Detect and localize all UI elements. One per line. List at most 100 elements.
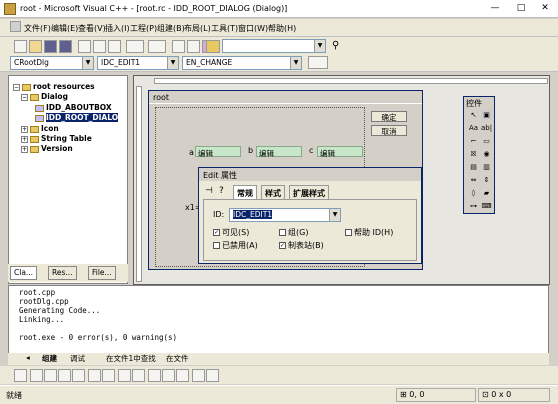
find-in-files-icon[interactable] [206,40,220,53]
chevron-down-icon[interactable]: ▼ [82,57,93,69]
pin-icon[interactable]: ⊣ [205,186,213,196]
chevron-down-icon[interactable]: ▼ [314,40,325,52]
redo-icon[interactable] [148,40,166,53]
group-box-tool-icon[interactable]: ⌐ [468,136,479,146]
find-combo[interactable]: ▼ [222,39,326,53]
group-checkbox[interactable]: 组(G) [279,227,308,238]
edit-c[interactable]: 编辑 [317,146,363,158]
tree-rootdlg[interactable]: IDD_ROOT_DIALO [35,113,119,122]
open-icon[interactable] [29,40,42,53]
tab-resourceview[interactable]: Res... [48,266,77,280]
message-combo[interactable]: EN_CHANGE ▼ [182,56,302,70]
center-horizontal-icon[interactable] [102,369,115,382]
menu-layout[interactable]: 布局(L) [184,23,211,34]
menu-edit[interactable]: 编辑(E) [51,23,78,34]
space-across-icon[interactable] [118,369,131,382]
output-icon[interactable] [187,40,200,53]
ok-button[interactable]: 确定 [371,111,407,122]
menu-file[interactable]: 文件(F) [24,23,51,34]
test-dialog-icon[interactable] [14,369,27,382]
same-height-icon[interactable] [162,369,175,382]
menu-help[interactable]: 帮助(H) [268,23,296,34]
class-combo[interactable]: CRootDlg ▼ [10,56,94,70]
tab-find1[interactable]: 在文件1中查找 [106,353,156,364]
tree-dialog[interactable]: − Dialog [21,92,68,101]
combo-tool-icon[interactable]: ▤ [468,162,479,172]
same-size-icon[interactable] [176,369,189,382]
picture-tool-icon[interactable]: ▣ [481,110,492,120]
radio-tool-icon[interactable]: ◉ [481,149,492,159]
tree-string-table[interactable]: + String Table [21,134,92,143]
static-text-tool-icon[interactable]: Aa [468,123,479,133]
cancel-button[interactable]: 取消 [371,125,407,136]
vscroll-tool-icon[interactable]: ⇕ [481,175,492,185]
chevron-down-icon[interactable]: ▼ [290,57,301,69]
save-icon[interactable] [44,40,57,53]
workspace-icon[interactable] [172,40,185,53]
id-value-combo[interactable]: IDC_EDIT1 ▼ [229,208,341,222]
help-id-checkbox[interactable]: 帮助 ID(H) [345,227,393,238]
menu-tools[interactable]: 工具(T) [211,23,238,34]
progress-tool-icon[interactable]: ▰ [481,188,492,198]
tree-root[interactable]: − root resources [13,82,95,91]
new-file-icon[interactable] [14,40,27,53]
button-tool-icon[interactable]: ▭ [481,136,492,146]
slider-tool-icon[interactable]: ⊶ [468,201,479,211]
expand-icon[interactable]: + [21,145,28,153]
copy-icon[interactable] [93,40,106,53]
checkbox-tool-icon[interactable]: ☒ [468,149,479,159]
align-left-icon[interactable] [30,369,43,382]
minimize-button[interactable]: — [482,1,508,16]
spin-tool-icon[interactable]: ◊ [468,188,479,198]
listbox-tool-icon[interactable]: ▥ [481,162,492,172]
align-bottom-icon[interactable] [72,369,85,382]
same-width-icon[interactable] [148,369,161,382]
scroll-left-icon[interactable]: ◂ [26,353,30,362]
tab-general[interactable]: 常规 [233,185,257,199]
hotkey-tool-icon[interactable]: ⌨ [481,201,492,211]
tree-version[interactable]: + Version [21,144,73,153]
save-all-icon[interactable] [59,40,72,53]
tab-extended-styles[interactable]: 扩展样式 [289,185,329,199]
wizard-action-icon[interactable] [308,56,328,69]
tree-icon[interactable]: + Icon [21,124,59,133]
tabstop-checkbox[interactable]: ✓ 制表站(B) [279,240,324,251]
tab-find2[interactable]: 在文件 [166,353,189,364]
align-right-icon[interactable] [44,369,57,382]
maximize-button[interactable]: □ [508,1,534,16]
toggle-guides-icon[interactable] [206,369,219,382]
help-icon[interactable]: ? [219,186,224,196]
undo-icon[interactable] [126,40,144,53]
paste-icon[interactable] [108,40,121,53]
hscroll-tool-icon[interactable]: ⇔ [468,175,479,185]
id-combo[interactable]: IDC_EDIT1 ▼ [97,56,179,70]
expand-icon[interactable]: + [21,125,28,133]
center-vertical-icon[interactable] [88,369,101,382]
menu-build[interactable]: 组建(B) [157,23,185,34]
collapse-icon[interactable]: − [13,83,20,91]
edit-box-tool-icon[interactable]: ab| [481,123,492,133]
tab-debug[interactable]: 调试 [70,353,85,364]
menu-project[interactable]: 工程(P) [130,23,157,34]
tree-about[interactable]: IDD_ABOUTBOX [35,103,112,112]
expand-icon[interactable]: + [21,135,28,143]
space-down-icon[interactable] [132,369,145,382]
pointer-tool-icon[interactable]: ↖ [468,110,479,120]
disabled-checkbox[interactable]: 已禁用(A) [213,240,258,251]
chevron-down-icon[interactable]: ▼ [329,209,340,221]
tab-fileview[interactable]: File... [88,266,116,280]
tab-build[interactable]: 组建 [42,353,57,364]
close-button[interactable]: ✕ [532,1,558,16]
menu-view[interactable]: 查看(V) [78,23,106,34]
align-top-icon[interactable] [58,369,71,382]
toggle-grid-icon[interactable] [192,369,205,382]
tab-classview[interactable]: Cla... [10,266,38,280]
edit-a[interactable]: 编辑 [195,146,241,158]
collapse-icon[interactable]: − [21,93,28,101]
menu-insert[interactable]: 插入(I) [105,23,130,34]
chevron-down-icon[interactable]: ▼ [167,57,178,69]
binoculars-icon[interactable]: ⚲ [332,40,339,51]
visible-checkbox[interactable]: ✓ 可见(S) [213,227,249,238]
menu-window[interactable]: 窗口(W) [238,23,268,34]
cut-icon[interactable] [78,40,91,53]
